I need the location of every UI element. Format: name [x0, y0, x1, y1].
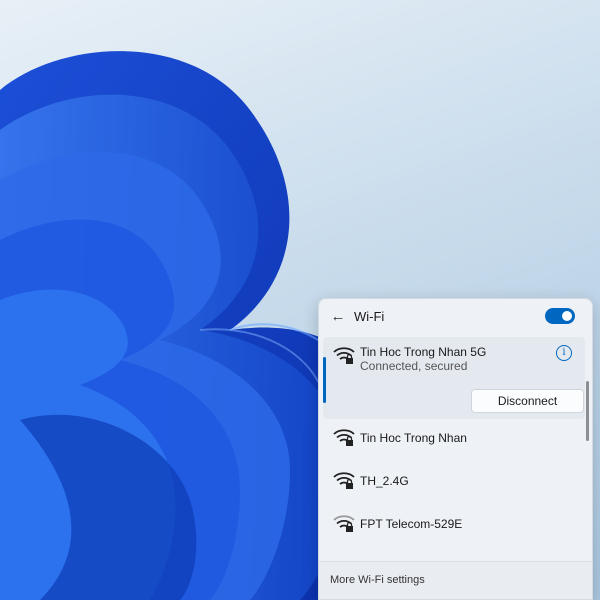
info-icon[interactable]: i: [556, 345, 572, 361]
network-name: Tin Hoc Trong Nhan: [360, 431, 467, 445]
selected-accent-bar: [323, 357, 326, 403]
network-list-item[interactable]: FPT Telecom-529E: [323, 507, 585, 547]
wifi-flyout-panel: ← Wi-Fi Tin Hoc Trong Nhan 5G Connected,…: [318, 298, 593, 600]
more-wifi-settings-link[interactable]: More Wi-Fi settings: [330, 574, 425, 586]
wifi-secured-icon: [333, 347, 355, 364]
connected-network-item[interactable]: Tin Hoc Trong Nhan 5G Connected, secured…: [323, 337, 585, 419]
wifi-secured-icon: [333, 515, 355, 532]
network-list-item[interactable]: TH_2.4G: [323, 464, 585, 504]
back-arrow-icon[interactable]: ←: [329, 308, 347, 326]
disconnect-button[interactable]: Disconnect: [471, 389, 584, 413]
connected-network-name: Tin Hoc Trong Nhan 5G: [360, 345, 487, 359]
connection-status: Connected, secured: [360, 359, 468, 373]
scrollbar-thumb[interactable]: [586, 381, 589, 441]
toggle-knob: [562, 311, 572, 321]
network-list-item[interactable]: Tin Hoc Trong Nhan: [323, 421, 585, 461]
wifi-toggle[interactable]: [545, 308, 575, 324]
network-name: FPT Telecom-529E: [360, 517, 463, 531]
panel-footer: More Wi-Fi settings: [319, 561, 592, 599]
panel-title: Wi-Fi: [354, 309, 385, 324]
wifi-panel-header: ← Wi-Fi: [319, 299, 592, 335]
network-name: TH_2.4G: [360, 474, 409, 488]
wifi-secured-icon: [333, 429, 355, 446]
network-list: Tin Hoc Trong Nhan 5G Connected, secured…: [319, 335, 592, 561]
wifi-secured-icon: [333, 472, 355, 489]
